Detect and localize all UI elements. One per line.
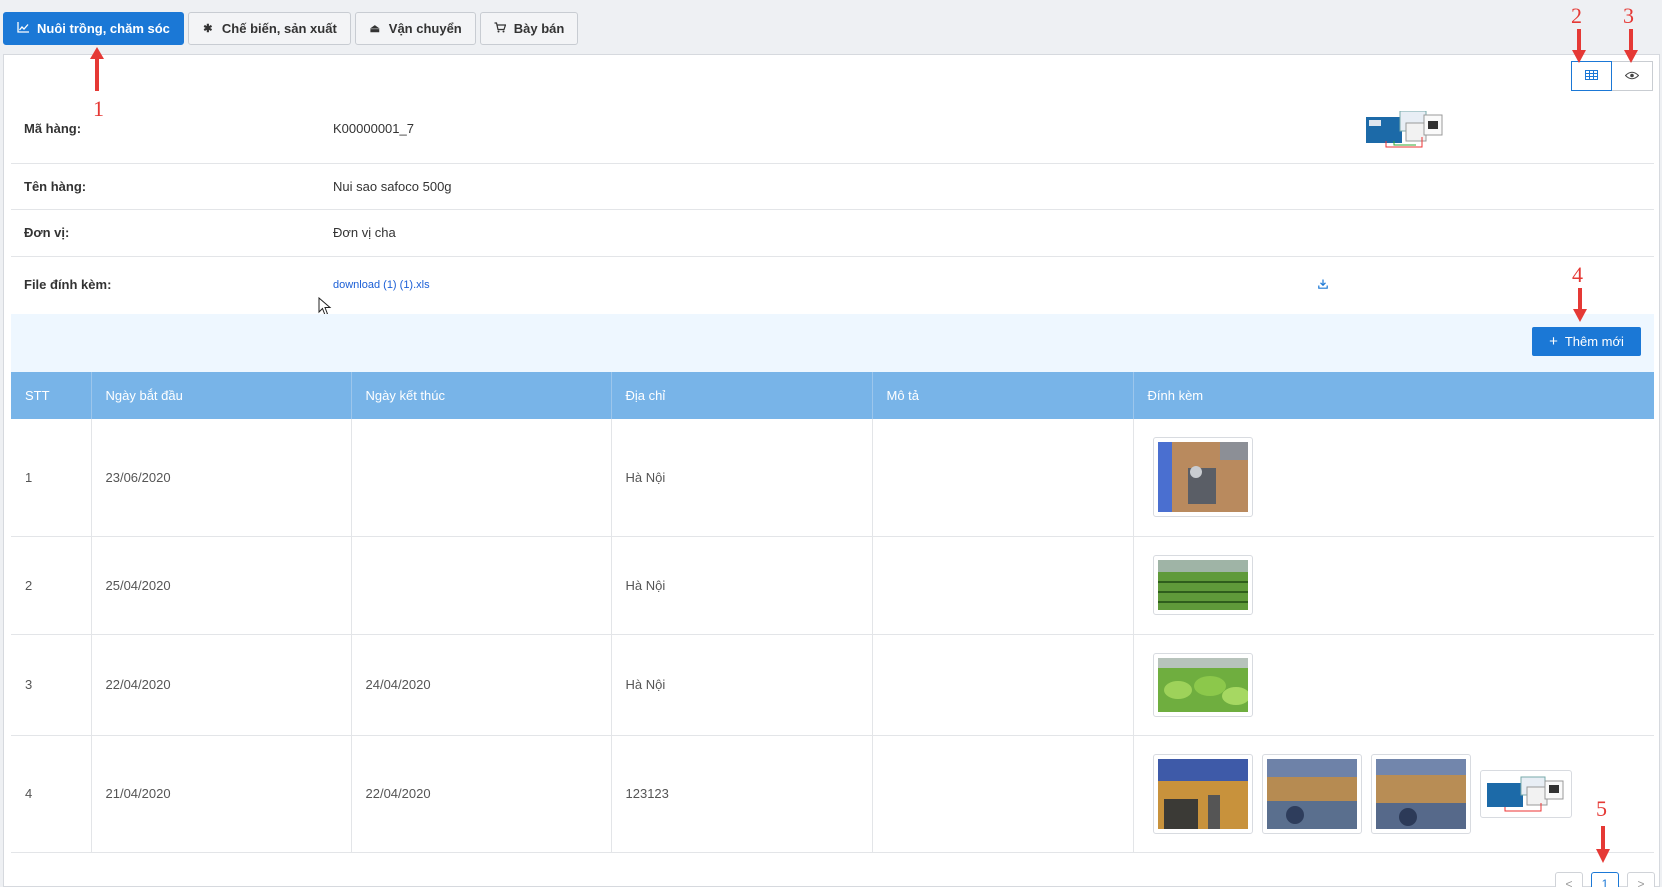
pagination: < 1 > bbox=[1555, 872, 1655, 887]
cell-attachments bbox=[1133, 536, 1654, 635]
cell-end bbox=[351, 419, 612, 537]
annotation-arrow-icon bbox=[1573, 288, 1587, 322]
col-dinh-kem[interactable]: Đính kèm bbox=[1133, 372, 1654, 419]
add-new-label: Thêm mới bbox=[1564, 334, 1624, 349]
cell-desc bbox=[872, 735, 1134, 853]
cell-desc bbox=[872, 536, 1134, 635]
tab-label: Nuôi trồng, chăm sóc bbox=[37, 21, 170, 36]
cart-icon bbox=[494, 21, 507, 36]
cell-stt: 2 bbox=[11, 536, 92, 635]
cell-attachments bbox=[1133, 735, 1654, 853]
table-toolbar bbox=[11, 314, 1654, 372]
cell-address: Hà Nội bbox=[611, 419, 873, 537]
table-icon bbox=[1585, 69, 1598, 83]
tab-che-bien[interactable]: ✱ Chế biến, sản xuất bbox=[187, 12, 351, 45]
col-mo-ta[interactable]: Mô tả bbox=[872, 372, 1134, 419]
table-header-row: STT Ngày bắt đầu Ngày kết thúc Địa chỉ M… bbox=[11, 372, 1654, 419]
annotation-3: 3 bbox=[1623, 3, 1634, 28]
info-row-file: File đính kèm: download (1) (1).xls bbox=[11, 257, 1654, 314]
tab-label: Vận chuyển bbox=[388, 21, 462, 36]
file-link[interactable]: download (1) (1).xls bbox=[333, 279, 430, 291]
cell-start: 21/04/2020 bbox=[91, 735, 352, 853]
cell-desc bbox=[872, 419, 1134, 537]
cell-attachments bbox=[1133, 419, 1654, 537]
cell-start: 23/06/2020 bbox=[91, 419, 352, 537]
annotation-arrow-icon bbox=[1596, 826, 1610, 863]
annotation-5: 5 bbox=[1596, 796, 1607, 821]
annotation-arrow-icon bbox=[1624, 29, 1638, 63]
table-row[interactable]: 3 22/04/2020 24/04/2020 Hà Nội bbox=[11, 634, 1654, 736]
attachment-thumbnail[interactable] bbox=[1152, 652, 1253, 717]
info-row-don-vi: Đơn vị: Đơn vị cha bbox=[11, 210, 1654, 257]
annotation-2: 2 bbox=[1571, 3, 1582, 28]
table-row[interactable]: 4 21/04/2020 22/04/2020 123123 bbox=[11, 735, 1654, 853]
chart-line-icon bbox=[17, 21, 29, 36]
annotation-arrow-icon bbox=[90, 47, 104, 91]
ten-hang-label: Tên hàng: bbox=[24, 179, 87, 194]
col-ngay-bat-dau[interactable]: Ngày bắt đầu bbox=[91, 372, 352, 419]
tab-van-chuyen[interactable]: ⏏ Vận chuyển bbox=[354, 12, 476, 45]
col-stt[interactable]: STT bbox=[11, 372, 92, 419]
tab-nuoi-trong[interactable]: Nuôi trồng, chăm sóc bbox=[3, 12, 184, 45]
attachment-thumbnail[interactable] bbox=[1152, 555, 1253, 615]
download-icon[interactable] bbox=[1318, 277, 1328, 292]
attachment-thumbnail[interactable] bbox=[1370, 753, 1471, 834]
don-vi-label: Đơn vị: bbox=[24, 225, 70, 240]
cell-end: 22/04/2020 bbox=[351, 735, 612, 853]
cell-address: Hà Nội bbox=[611, 634, 873, 736]
ma-hang-label: Mã hàng: bbox=[24, 121, 82, 136]
attachment-thumbnail[interactable] bbox=[1261, 753, 1362, 834]
cell-stt: 3 bbox=[11, 634, 92, 736]
annotation-4: 4 bbox=[1572, 262, 1583, 287]
ma-hang-value: K00000001_7 bbox=[333, 121, 414, 136]
attachment-thumbnail[interactable] bbox=[1152, 437, 1253, 518]
next-page-button[interactable]: > bbox=[1627, 872, 1655, 887]
eject-icon: ⏏ bbox=[369, 23, 380, 35]
cell-end: 24/04/2020 bbox=[351, 634, 612, 736]
tab-label: Chế biến, sản xuất bbox=[221, 21, 337, 36]
cell-address: Hà Nội bbox=[611, 536, 873, 635]
tab-bay-ban[interactable]: Bày bán bbox=[479, 12, 579, 45]
cell-stt: 4 bbox=[11, 735, 92, 853]
cell-start: 22/04/2020 bbox=[91, 634, 352, 736]
cell-attachments bbox=[1133, 634, 1654, 736]
cell-desc bbox=[872, 634, 1134, 736]
cell-address: 123123 bbox=[611, 735, 873, 853]
ten-hang-value: Nui sao safoco 500g bbox=[333, 179, 452, 194]
col-dia-chi[interactable]: Địa chỉ bbox=[611, 372, 873, 419]
prev-page-button[interactable]: < bbox=[1555, 872, 1583, 887]
col-ngay-ket-thuc[interactable]: Ngày kết thúc bbox=[351, 372, 612, 419]
page-1-button[interactable]: 1 bbox=[1591, 872, 1619, 887]
product-thumbnail[interactable] bbox=[1366, 110, 1444, 149]
table-row[interactable]: 1 23/06/2020 Hà Nội bbox=[11, 419, 1654, 537]
gear-icon: ✱ bbox=[203, 23, 213, 35]
table-row[interactable]: 2 25/04/2020 Hà Nội bbox=[11, 536, 1654, 635]
plus-icon: + bbox=[1549, 333, 1558, 350]
cell-end bbox=[351, 536, 612, 635]
attachment-thumbnail[interactable] bbox=[1479, 769, 1572, 818]
attachment-thumbnail[interactable] bbox=[1152, 753, 1253, 834]
tab-bar: Nuôi trồng, chăm sóc ✱ Chế biến, sản xuấ… bbox=[3, 12, 579, 45]
cell-stt: 1 bbox=[11, 419, 92, 537]
annotation-1: 1 bbox=[93, 96, 104, 121]
file-label: File đính kèm: bbox=[24, 277, 112, 292]
add-new-button[interactable]: + Thêm mới bbox=[1532, 327, 1641, 356]
info-row-ten-hang: Tên hàng: Nui sao safoco 500g bbox=[11, 164, 1654, 210]
process-table: STT Ngày bắt đầu Ngày kết thúc Địa chỉ M… bbox=[11, 372, 1654, 853]
annotation-arrow-icon bbox=[1572, 29, 1586, 63]
eye-icon bbox=[1624, 69, 1640, 83]
cell-start: 25/04/2020 bbox=[91, 536, 352, 635]
tab-label: Bày bán bbox=[513, 21, 565, 36]
don-vi-value: Đơn vị cha bbox=[333, 225, 396, 240]
